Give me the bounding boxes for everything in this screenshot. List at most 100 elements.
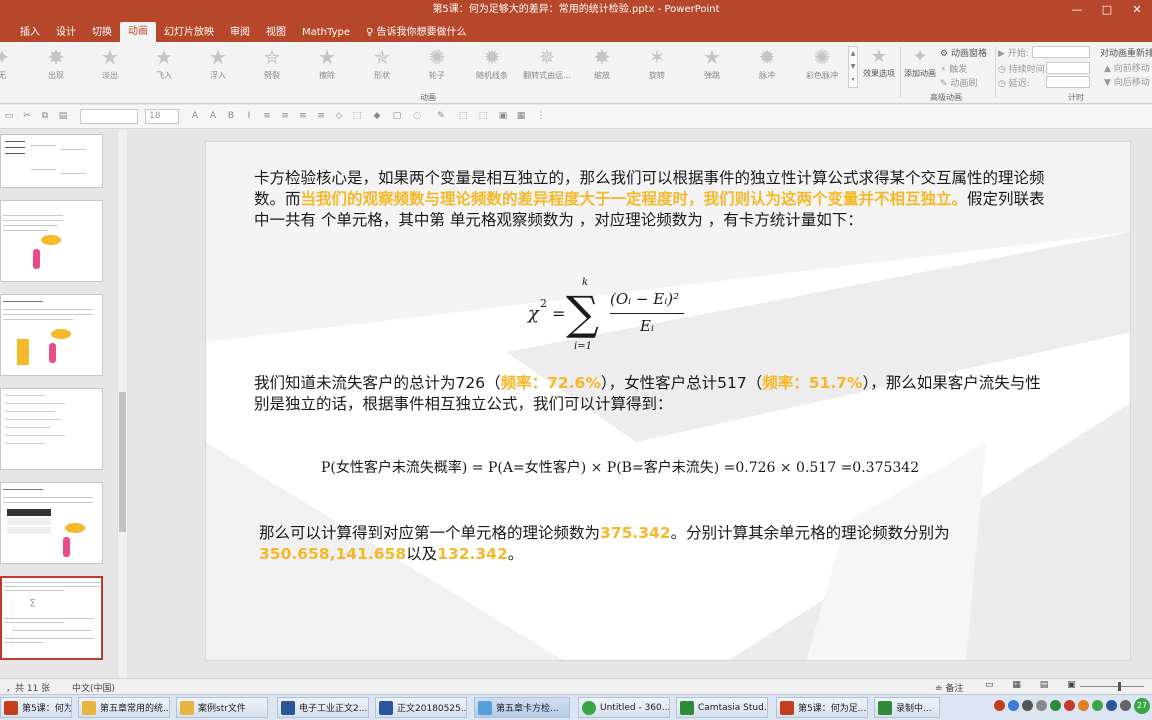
slide-thumbnail[interactable] (0, 294, 103, 376)
taskbar-item-camtasia[interactable]: Camtasia Stud... (676, 697, 768, 718)
taskbar-item-recorder[interactable]: 录制中... (874, 697, 940, 718)
taskbar-item-browser[interactable]: Untitled - 360... (578, 697, 670, 718)
animation-zoom[interactable]: ✸ 缩放 (576, 46, 628, 81)
align-center-icon[interactable]: ≡ (280, 111, 290, 121)
animation-bounce[interactable]: ★ 弹跳 (686, 46, 738, 81)
more-icon[interactable]: ⋮ (536, 111, 546, 121)
picture-icon[interactable]: ▣ (498, 111, 508, 121)
move-earlier-button[interactable]: ▲ 向前移动 (1104, 61, 1150, 74)
effect-options-button[interactable]: ★ 效果选项 (860, 46, 898, 79)
italic-icon[interactable]: I (244, 111, 254, 121)
tray-icon[interactable] (1120, 700, 1131, 711)
animation-float-in[interactable]: ★ 浮入 (192, 46, 244, 81)
taskbar-item-powerpoint[interactable]: 第5课：何为足... (0, 697, 72, 718)
align-left-icon[interactable]: ≡ (262, 111, 272, 121)
tray-icon[interactable] (1036, 700, 1047, 711)
bold-icon[interactable]: B (226, 111, 236, 121)
duration-field[interactable] (1046, 62, 1090, 74)
tab-view[interactable]: 视图 (258, 24, 294, 42)
slide-thumbnail[interactable] (0, 134, 103, 188)
slide-thumbnail[interactable] (0, 482, 103, 564)
notification-badge[interactable]: 27 (1134, 698, 1150, 714)
animation-random-bars[interactable]: ✹ 随机线条 (466, 46, 518, 81)
notes-button[interactable]: ≐ 备注 (935, 681, 963, 694)
grow-font-icon[interactable]: A (190, 111, 200, 121)
animation-pulse[interactable]: ✹ 脉冲 (741, 46, 793, 81)
tab-transitions[interactable]: 切换 (84, 24, 120, 42)
taskbar-item-powerpoint[interactable]: 第5课：何为足... (776, 697, 868, 718)
gallery-scroll[interactable]: ▲ ▼ ▾ (848, 46, 858, 88)
slide-thumbnail[interactable] (0, 200, 103, 282)
animation-split[interactable]: ✮ 劈裂 (246, 46, 298, 81)
tab-insert[interactable]: 插入 (12, 24, 48, 42)
slide-thumbnail[interactable] (0, 388, 103, 470)
taskbar-item-folder[interactable]: 第五章常用的统... (78, 697, 170, 718)
move-later-button[interactable]: ▼ 向后移动 (1104, 75, 1150, 88)
animation-pane-button[interactable]: ⚙ 动画窗格 (940, 46, 987, 59)
language-indicator[interactable]: 中文(中国) (72, 681, 115, 694)
slide-canvas[interactable]: 卡方检验核心是，如果两个变量是相互独立的，那么我们可以根据事件的独立性计算公式求… (205, 141, 1131, 661)
animation-painter-button[interactable]: ✎ 动画刷 (940, 76, 977, 89)
taskbar-item-word[interactable]: 正文20180525... (375, 697, 467, 718)
shapes-icon[interactable]: ◇ (334, 111, 344, 121)
thumbnail-scrollbar[interactable] (117, 130, 127, 678)
slide-paragraph-totals: 我们知道未流失客户的总计为726（频率：72.6%），女性客户总计517（频率：… (254, 374, 1041, 413)
select-icon[interactable]: ⬚ (458, 111, 468, 121)
scroll-thumb[interactable] (119, 392, 126, 532)
animation-wipe[interactable]: ★ 擦除 (301, 46, 353, 81)
view-buttons[interactable]: ▭ ▦ ▤ ▣ (985, 680, 1084, 690)
tell-me-box[interactable]: ♀ 告诉我你想要做什么 (358, 24, 475, 42)
arrange-icon[interactable]: ⬚ (352, 111, 362, 121)
tab-design[interactable]: 设计 (48, 24, 84, 42)
animation-color-pulse[interactable]: ✺ 彩色脉冲 (796, 46, 848, 81)
taskbar-item-active[interactable]: 第五章卡方检... (474, 697, 570, 718)
tab-animations[interactable]: 动画 (120, 22, 156, 42)
shape-effects-icon[interactable]: ◌ (412, 111, 422, 121)
table-icon[interactable]: ▦ (516, 111, 526, 121)
tray-icon[interactable] (1008, 700, 1019, 711)
layout-icon[interactable]: ▤ (58, 111, 68, 121)
trigger-button[interactable]: ⚡ 触发 (940, 62, 967, 75)
font-name-select[interactable] (80, 109, 138, 124)
animation-grow-turn[interactable]: ✵ 翻转式由远... (521, 46, 573, 81)
slide-thumbnail-selected[interactable]: ∑ (0, 576, 103, 660)
tray-icon[interactable] (1092, 700, 1103, 711)
zoom-thumb[interactable] (1118, 682, 1121, 691)
animation-appear[interactable]: ✸ 出现 (30, 46, 82, 81)
tray-icon[interactable] (1106, 700, 1117, 711)
animation-fly-in[interactable]: ★ 飞入 (138, 46, 190, 81)
animation-shape[interactable]: ✯ 形状 (356, 46, 408, 81)
align-right-icon[interactable]: ≡ (298, 111, 308, 121)
copy-icon[interactable]: ⧉ (40, 111, 50, 121)
format-painter-icon[interactable]: ✂ (22, 111, 32, 121)
delay-field[interactable] (1046, 76, 1090, 88)
tab-slideshow[interactable]: 幻灯片放映 (156, 24, 222, 42)
close-button[interactable]: ✕ (1122, 0, 1152, 22)
tray-icon[interactable] (1064, 700, 1075, 711)
animation-wheel[interactable]: ✺ 轮子 (411, 46, 463, 81)
zoom-slider[interactable] (1080, 686, 1144, 687)
shape-fill-icon[interactable]: ◆ (372, 111, 382, 121)
start-select[interactable] (1032, 46, 1090, 58)
font-size-select[interactable]: 18 (145, 109, 179, 124)
animation-none[interactable]: ✦ 无 (0, 46, 28, 81)
tray-icon[interactable] (1050, 700, 1061, 711)
minimize-button[interactable]: — (1062, 0, 1092, 22)
taskbar-item-folder[interactable]: 案例str文件 (176, 697, 268, 718)
tray-icon[interactable] (994, 700, 1005, 711)
tray-icon[interactable] (1022, 700, 1033, 711)
tray-icon[interactable] (1078, 700, 1089, 711)
justify-icon[interactable]: ≡ (316, 111, 326, 121)
new-slide-icon[interactable]: ▭ (4, 111, 14, 121)
add-animation-button[interactable]: ✦ 添加动画 (902, 46, 938, 79)
shrink-font-icon[interactable]: A (208, 111, 218, 121)
tab-mathtype[interactable]: MathType (294, 24, 358, 42)
animation-fade[interactable]: ★ 淡出 (84, 46, 136, 81)
group-icon[interactable]: ⬚ (478, 111, 488, 121)
pen-icon[interactable]: ✎ (436, 111, 446, 121)
taskbar-item-word[interactable]: 电子工业正文2... (277, 697, 369, 718)
maximize-button[interactable]: □ (1092, 0, 1122, 22)
tab-review[interactable]: 审阅 (222, 24, 258, 42)
animation-swivel[interactable]: ✶ 旋转 (631, 46, 683, 81)
shape-outline-icon[interactable]: ▢ (392, 111, 402, 121)
